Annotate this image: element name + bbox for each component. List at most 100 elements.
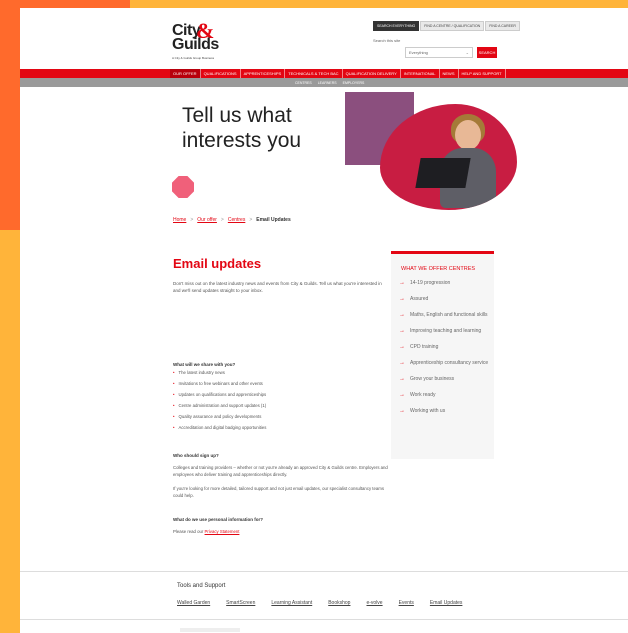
list-item: • Invitations to free webinars and other … [173, 381, 373, 387]
search-button[interactable]: SEARCH [477, 47, 497, 58]
arrow-right-icon: → [399, 392, 405, 398]
search-label: Search this site [373, 38, 401, 43]
bullet-icon: • [173, 425, 175, 430]
sidebar-item-grow-business[interactable]: → Grow your business [399, 376, 489, 383]
search-tab-career[interactable]: FIND A CAREER [485, 21, 520, 31]
nav-item-international[interactable]: INTERNATIONAL [401, 69, 440, 78]
breadcrumb: Home > Our offer > Centres > Email Updat… [173, 217, 291, 223]
bullet-icon: • [173, 370, 175, 375]
list-item-text: Invitations to free webinars and other e… [178, 381, 263, 386]
breadcrumb-current: Email Updates [256, 217, 291, 223]
breadcrumb-home[interactable]: Home [173, 217, 186, 223]
sidebar-item-14-19-progression[interactable]: → 14-19 progression [399, 280, 489, 287]
bullet-icon: • [173, 403, 175, 408]
footer-divider [20, 619, 628, 620]
search-scope-select[interactable]: Everything ⌄ [405, 47, 473, 58]
breadcrumb-centres[interactable]: Centres [228, 217, 246, 223]
search-tab-centre-qualification[interactable]: FIND A CENTRE / QUALIFICATION [420, 21, 485, 31]
nav-item-technicals[interactable]: TECHNICALS & TECH BAC [285, 69, 343, 78]
arrow-right-icon: → [399, 280, 405, 286]
footer-link-smartscreen[interactable]: SmartScreen [226, 600, 255, 606]
bullet-icon: • [173, 414, 175, 419]
photo-laptop [415, 158, 471, 188]
list-item-text: The latest industry news [178, 370, 225, 375]
photo-face [455, 120, 481, 150]
breadcrumb-our-offer[interactable]: Our offer [197, 217, 217, 223]
sidebar-item-assured[interactable]: → Assured [399, 296, 489, 303]
sidebar-item-maths-english[interactable]: → Maths, English and functional skills [399, 312, 489, 319]
hero-title-line-2: interests you [182, 129, 302, 152]
search-scope-value: Everything [409, 50, 428, 55]
sidebar-item-label: Apprenticeship consultancy service [410, 360, 489, 366]
sidebar-item-label: Maths, English and functional skills [410, 312, 488, 318]
arrow-right-icon: → [399, 408, 405, 414]
logo-text-guilds: Guilds [172, 36, 219, 53]
subnav-item-learners[interactable]: LEARNERS [315, 81, 340, 85]
sidebar-item-label: Grow your business [410, 376, 455, 382]
arrow-right-icon: → [399, 344, 405, 350]
sidebar-list: → 14-19 progression → Assured → Maths, Engl… [399, 280, 489, 424]
breadcrumb-separator: > [190, 217, 194, 223]
sidebar-item-working-with-us[interactable]: → Working with us [399, 408, 489, 415]
hero-pink-octagon [172, 176, 194, 198]
web-page: City & Guilds A City & Guilds Group Busi… [20, 8, 628, 633]
sub-navigation: CENTRES LEARNERS EMPLOYERS [20, 78, 628, 87]
footer-links: Walled Garden SmartScreen Learning Assis… [177, 600, 462, 606]
footer-link-learning-assistant[interactable]: Learning Assistant [271, 600, 312, 606]
subnav-item-centres[interactable]: CENTRES [292, 81, 315, 85]
city-and-guilds-logo[interactable]: City & Guilds A City & Guilds Group Busi… [170, 18, 230, 68]
sidebar-item-apprenticeship-consultancy[interactable]: → Apprenticeship consultancy service [399, 360, 489, 367]
list-item: • Centre administration and support updat… [173, 403, 373, 409]
intro-paragraph: Don't miss out on the latest industry ne… [173, 281, 382, 293]
list-item: • Updates on qualifications and apprentic… [173, 392, 373, 398]
bullet-icon: • [173, 392, 175, 397]
nav-item-apprenticeships[interactable]: APPRENTICESHIPS [241, 69, 286, 78]
arrow-right-icon: → [399, 312, 405, 318]
breadcrumb-separator: > [220, 217, 224, 223]
list-item: • Quality assurance and policy developmen… [173, 414, 373, 420]
nav-item-news[interactable]: NEWS [440, 69, 459, 78]
footer-faded-content [180, 628, 240, 632]
question-personal-information: What do we use personal information for? [173, 517, 264, 522]
nav-item-qualification-delivery[interactable]: QUALIFICATION DELIVERY [343, 69, 401, 78]
subnav-item-employers[interactable]: EMPLOYERS [340, 81, 368, 85]
sidebar-item-label: Assured [410, 296, 429, 302]
footer-link-bookshop[interactable]: Bookshop [328, 600, 350, 606]
privacy-paragraph: Please read our Privacy Statement [173, 529, 388, 536]
question-who-should-sign-up: Who should sign up? [173, 453, 219, 458]
footer-link-walled-garden[interactable]: Walled Garden [177, 600, 210, 606]
footer-title: Tools and Support [177, 583, 226, 589]
list-item: • The latest industry news [173, 370, 373, 376]
sidebar-item-label: Working with us [410, 408, 446, 414]
footer-link-e-volve[interactable]: e-volve [366, 600, 382, 606]
search-tabs: SEARCH EVERYTHING FIND A CENTRE / QUALIF… [373, 21, 520, 31]
arrow-right-icon: → [399, 328, 405, 334]
list-item-text: Updates on qualifications and apprentice… [178, 392, 267, 397]
logo-tagline: A City & Guilds Group Business [172, 56, 215, 60]
privacy-statement-link[interactable]: Privacy Statement [205, 529, 240, 534]
search-tab-everything[interactable]: SEARCH EVERYTHING [373, 21, 420, 31]
bullet-icon: • [173, 381, 175, 386]
arrow-right-icon: → [399, 360, 405, 366]
offer-sidebar: WHAT WE OFFER CENTRES → 14-19 progression… [391, 251, 494, 459]
page-title: Email updates [173, 256, 262, 271]
sidebar-item-improving-teaching[interactable]: → Improving teaching and learning [399, 328, 489, 335]
breadcrumb-separator: > [249, 217, 253, 223]
sidebar-item-work-ready[interactable]: → Work ready [399, 392, 489, 399]
footer-link-email-updates[interactable]: Email Updates [430, 600, 463, 606]
nav-item-help-and-support[interactable]: HELP AND SUPPORT [459, 69, 506, 78]
share-list: • The latest industry news • Invitations t… [173, 370, 373, 436]
sign-up-paragraph-1: Colleges and training providers – whethe… [173, 465, 388, 477]
sidebar-item-label: 14-19 progression [410, 280, 451, 286]
nav-item-qualifications[interactable]: QUALIFICATIONS [201, 69, 241, 78]
sidebar-item-label: Improving teaching and learning [410, 328, 482, 334]
sign-up-paragraph-2: If you're looking for more detailed, tai… [173, 486, 385, 498]
sidebar-item-cpd-training[interactable]: → CPD training [399, 344, 489, 351]
list-item: • Accreditation and digital badging oppor… [173, 425, 373, 431]
privacy-prefix: Please read our [173, 529, 204, 534]
list-item-text: Accreditation and digital badging opport… [178, 425, 267, 430]
nav-item-our-offer[interactable]: OUR OFFER [170, 69, 201, 78]
question-what-we-share: What will we share with you? [173, 362, 236, 367]
footer-link-events[interactable]: Events [399, 600, 414, 606]
sidebar-item-label: CPD training [410, 344, 439, 350]
